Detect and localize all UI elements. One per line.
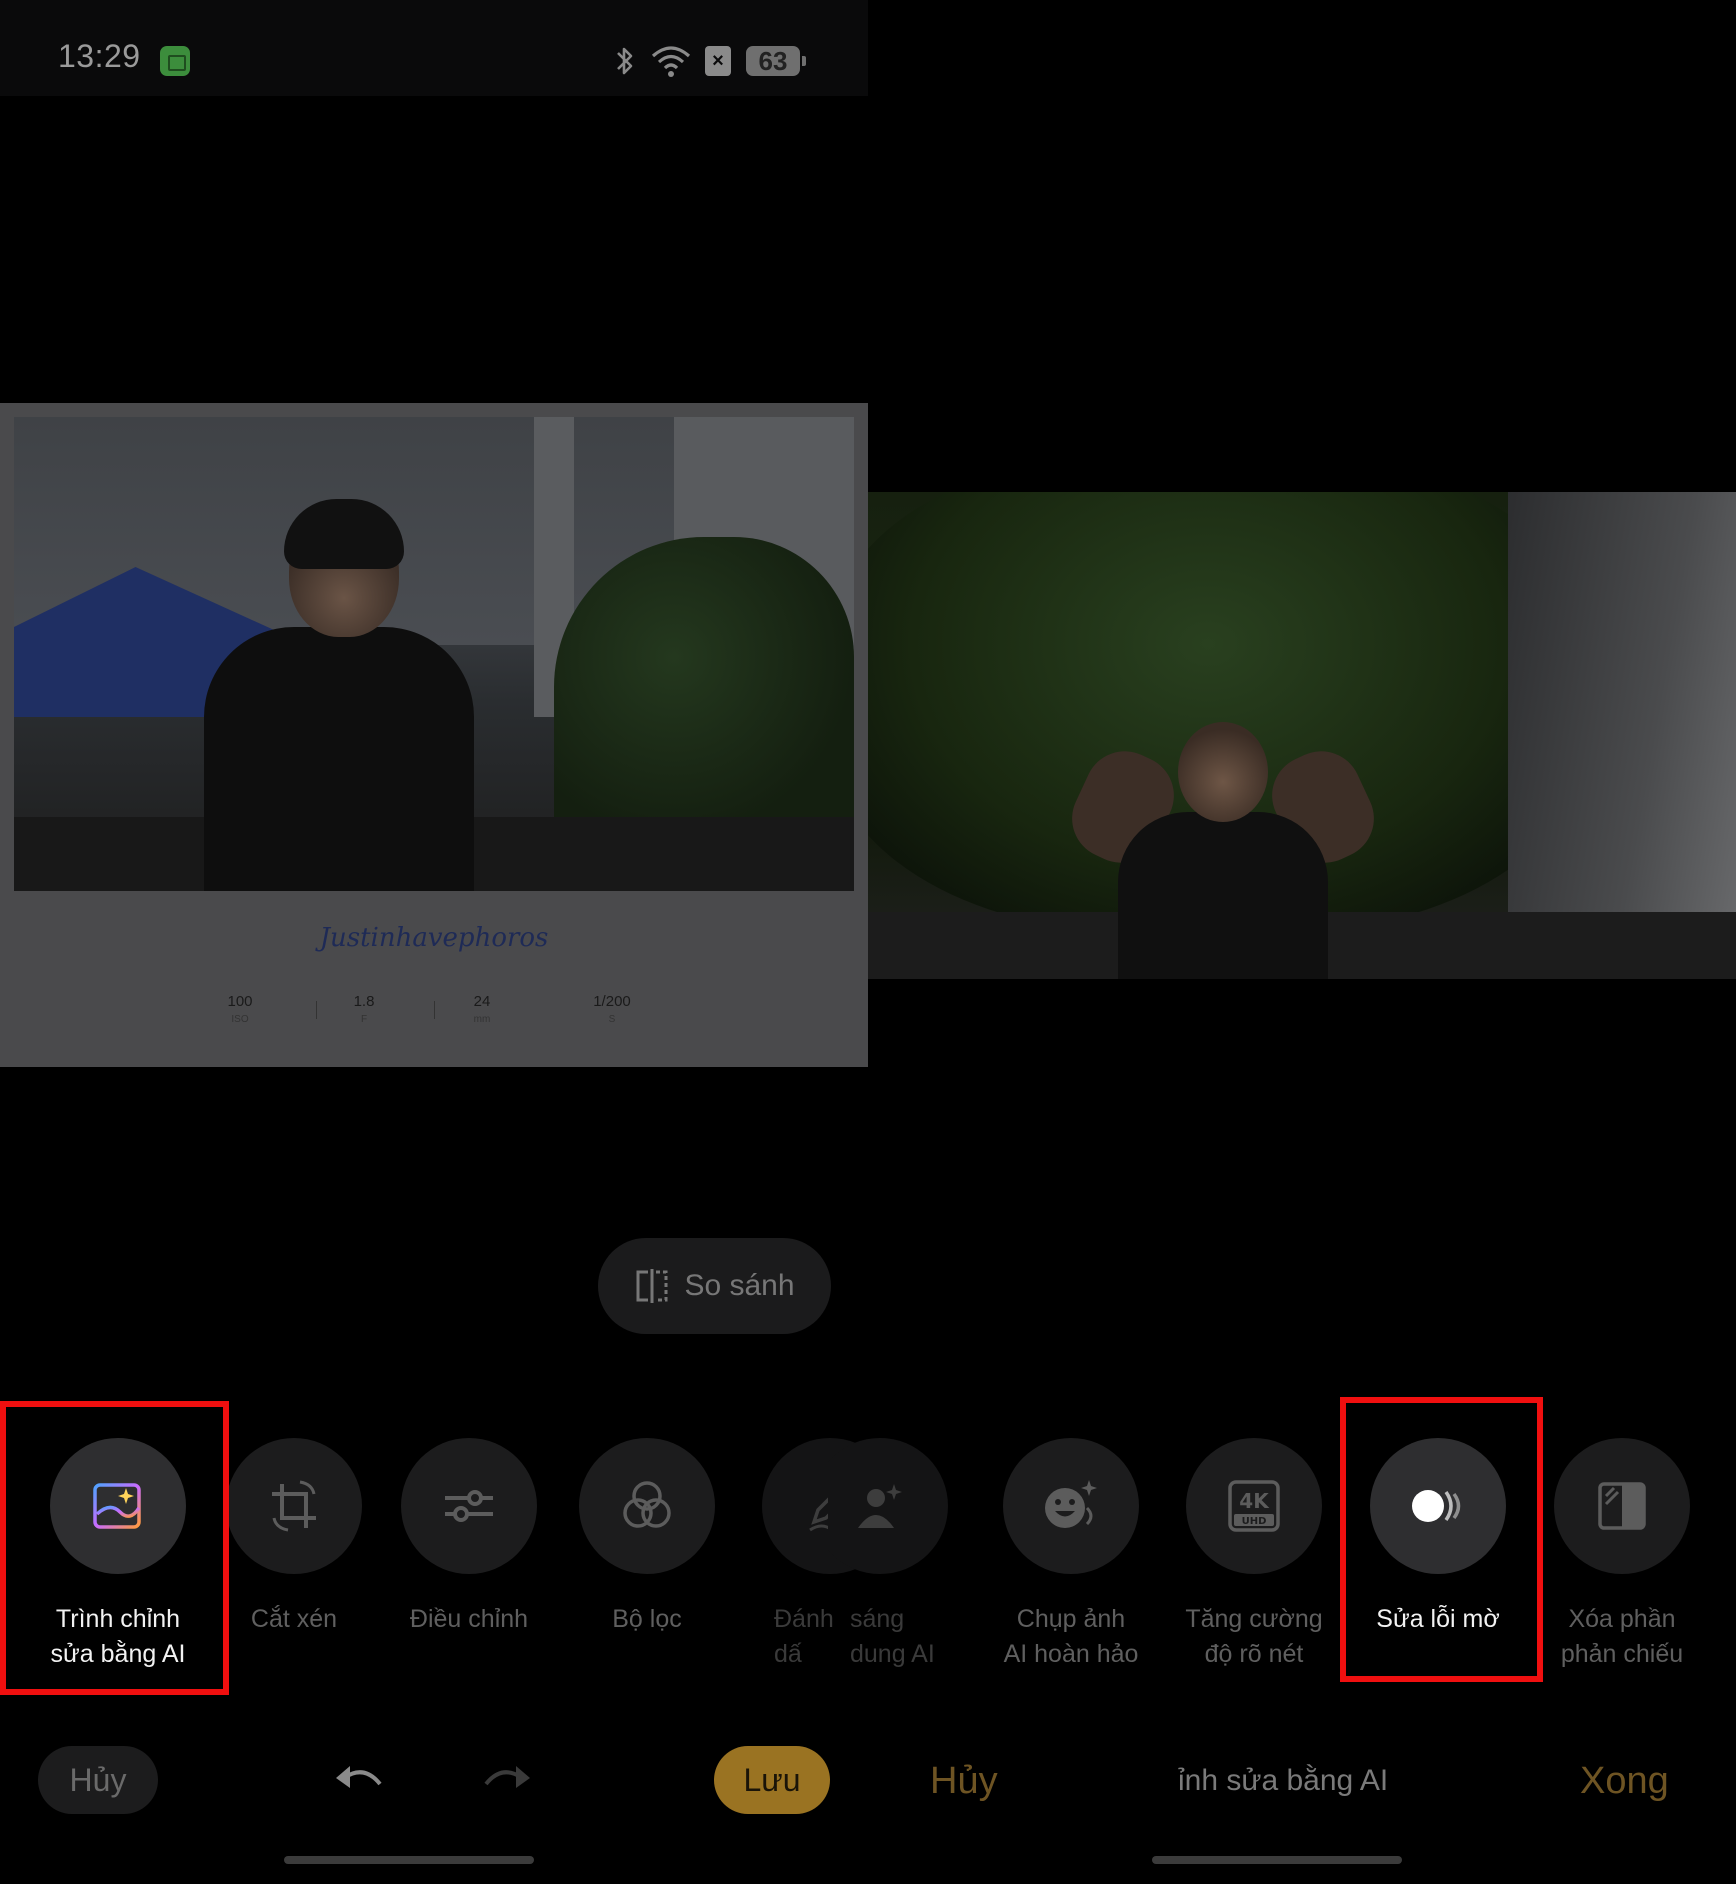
4k-uhd-icon: 4K UHD <box>1228 1480 1280 1532</box>
cancel-button[interactable]: Hủy <box>38 1746 158 1814</box>
smiley-sparkle-icon <box>1045 1480 1097 1528</box>
tool-adjust[interactable]: Điều chỉnh <box>381 1438 557 1637</box>
undo-icon[interactable] <box>330 1756 386 1806</box>
status-time: 13:29 <box>58 38 141 74</box>
compare-button[interactable]: So sánh <box>598 1238 831 1334</box>
tool-remove-reflection[interactable]: Xóa phần phản chiếu <box>1534 1438 1710 1672</box>
exif-shutter: 1/200 S <box>593 993 631 1025</box>
tool-filter[interactable]: Bộ lọc <box>559 1438 735 1637</box>
photo-preview-left: Justinhavephoros 100 ISO 1.8 F 24 mm 1/200 S <box>0 403 868 1067</box>
battery-indicator: 63 <box>746 46 806 76</box>
svg-text:4K: 4K <box>1239 1489 1270 1513</box>
exif-aperture: 1.8 F <box>353 993 375 1025</box>
home-indicator-left[interactable] <box>284 1856 534 1864</box>
ai-edit-mode-title: ỉnh sửa bằng AI <box>1178 1764 1389 1797</box>
exif-focal-length: 24 mm <box>473 993 491 1025</box>
svg-text:UHD: UHD <box>1242 1516 1267 1527</box>
no-sim-icon: × <box>705 46 731 76</box>
ai-portrait-light-icon <box>858 1484 902 1528</box>
reflection-icon <box>1598 1482 1646 1530</box>
tool-ai-light[interactable]: sáng dung AI <box>828 1438 968 1672</box>
sliders-icon <box>445 1490 493 1522</box>
tool-sharpen[interactable]: 4K UHD Tăng cường độ rõ nét <box>1166 1438 1342 1672</box>
highlight-box-ai-editor <box>0 1401 229 1695</box>
tool-crop[interactable]: Cắt xén <box>206 1438 382 1637</box>
bluetooth-icon <box>617 47 633 75</box>
compare-icon <box>636 1269 668 1303</box>
redo-icon[interactable] <box>480 1756 536 1806</box>
filter-circles-icon <box>623 1481 671 1528</box>
compare-label: So sánh <box>684 1269 795 1302</box>
exif-iso: 100 ISO <box>227 993 253 1025</box>
message-notification-icon <box>160 46 190 76</box>
exif-info: 100 ISO 1.8 F 24 mm 1/200 S <box>200 993 680 1033</box>
crop-rotate-icon <box>272 1480 316 1532</box>
save-button[interactable]: Lưu <box>714 1746 830 1814</box>
done-button[interactable]: Xong <box>1580 1760 1669 1803</box>
photo-signature: Justinhavephoros <box>319 923 549 953</box>
wifi-icon <box>651 46 691 77</box>
photo-preview-right <box>868 492 1736 979</box>
home-indicator-right[interactable] <box>1152 1856 1402 1864</box>
highlight-box-deblur <box>1340 1397 1543 1682</box>
photo-image <box>14 417 854 891</box>
tool-ai-perfect-shot[interactable]: Chụp ảnh AI hoàn hảo <box>983 1438 1159 1672</box>
cancel-ai-edit-button[interactable]: Hủy <box>930 1760 998 1803</box>
